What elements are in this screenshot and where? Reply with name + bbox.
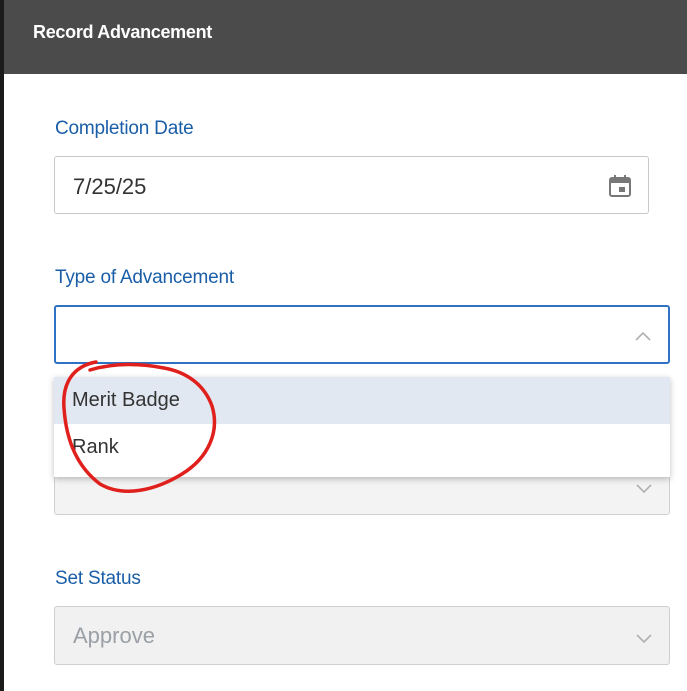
chevron-down-icon	[636, 634, 652, 644]
dialog-header: Record Advancement	[4, 0, 687, 74]
calendar-icon[interactable]	[606, 172, 634, 200]
completion-date-input[interactable]: 7/25/25	[54, 156, 649, 214]
option-rank[interactable]: Rank	[54, 424, 670, 471]
dialog-title: Record Advancement	[33, 22, 212, 42]
type-of-advancement-select[interactable]	[54, 305, 670, 364]
completion-date-label: Completion Date	[55, 118, 194, 139]
set-status-value: Approve	[73, 623, 155, 648]
option-merit-badge[interactable]: Merit Badge	[54, 377, 670, 424]
completion-date-value: 7/25/25	[73, 174, 147, 199]
type-of-advancement-label: Type of Advancement	[55, 267, 234, 288]
set-status-select[interactable]: Approve	[54, 606, 670, 665]
chevron-down-icon	[636, 484, 652, 494]
set-status-label: Set Status	[55, 568, 141, 589]
record-advancement-dialog: Record Advancement Completion Date 7/25/…	[4, 0, 687, 691]
advancement-type-dropdown: Merit Badge Rank	[54, 377, 670, 477]
chevron-up-icon	[635, 331, 651, 341]
